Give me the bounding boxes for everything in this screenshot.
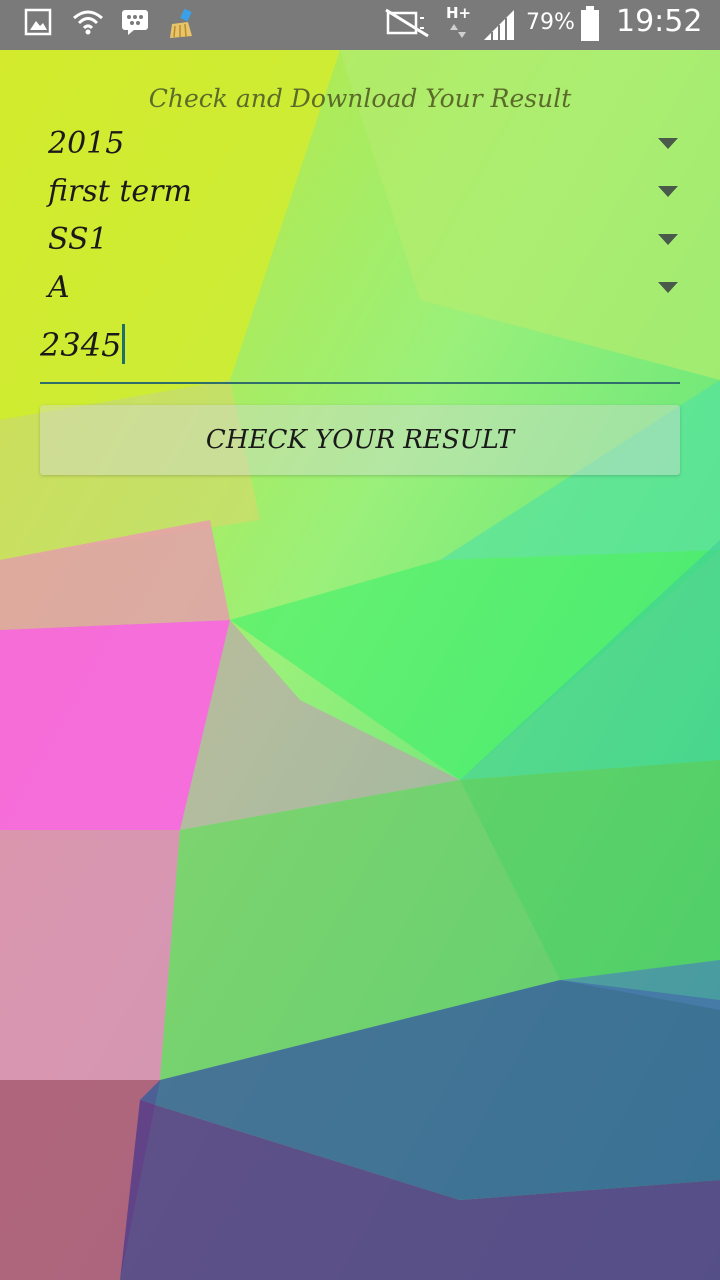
wifi-icon (73, 10, 103, 35)
battery-icon (581, 6, 599, 41)
mute-icon (385, 8, 429, 38)
dropdown-arrow-icon (658, 234, 678, 245)
dropdown-arrow-icon (658, 138, 678, 149)
class-spinner-value: SS1 (48, 222, 108, 257)
signal-icon (484, 10, 514, 40)
dropdown-arrow-icon (658, 282, 678, 293)
pin-input-value: 2345 (40, 326, 122, 364)
year-spinner-value: 2015 (48, 126, 125, 161)
arm-spinner[interactable]: A (40, 266, 680, 312)
network-icon (450, 24, 466, 38)
bbm-icon (122, 10, 148, 35)
pin-input[interactable]: 2345 (40, 318, 680, 384)
battery-percentage: 79% (526, 10, 575, 35)
term-spinner[interactable]: first term (40, 170, 680, 216)
cleaner-icon (170, 8, 192, 38)
status-clock: 19:52 (616, 4, 703, 39)
text-cursor (122, 324, 126, 364)
status-bar: H+ 79% 19:52 (0, 0, 720, 50)
year-spinner[interactable]: 2015 (40, 122, 680, 168)
gallery-icon (24, 8, 52, 36)
class-spinner[interactable]: SS1 (40, 218, 680, 264)
check-result-button[interactable]: CHECK YOUR RESULT (40, 405, 680, 475)
arm-spinner-value: A (48, 270, 70, 305)
network-type-label: H+ (446, 4, 472, 22)
page-title: Check and Download Your Result (148, 84, 572, 113)
term-spinner-value: first term (48, 174, 192, 209)
dropdown-arrow-icon (658, 186, 678, 197)
